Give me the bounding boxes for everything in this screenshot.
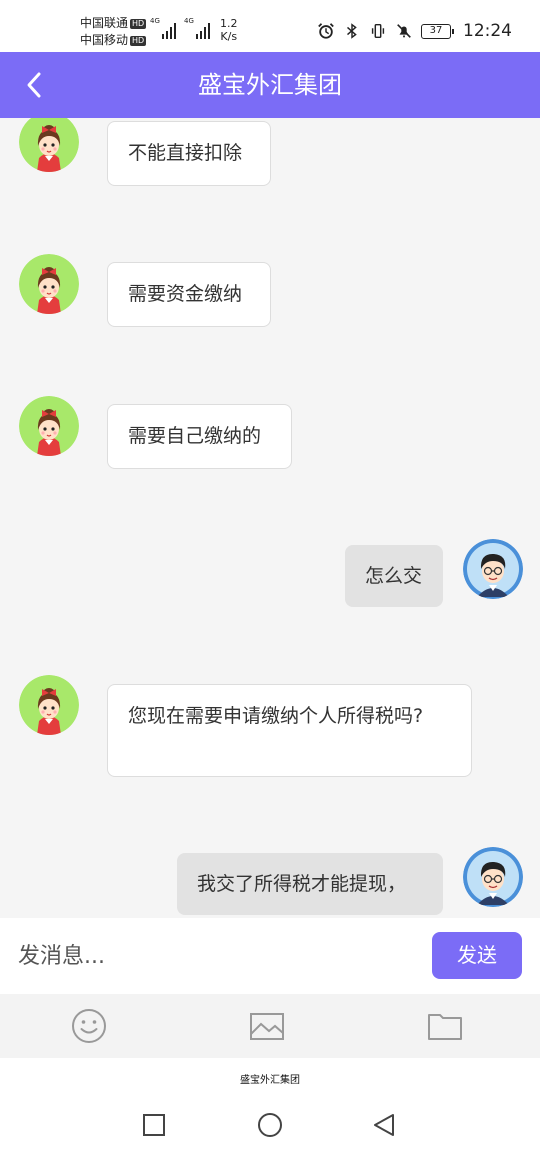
folder-icon[interactable]: [427, 1008, 463, 1044]
girl-avatar-icon: [19, 396, 79, 456]
chevron-left-icon: [27, 72, 41, 98]
vibrate-icon: [371, 23, 385, 39]
alarm-icon: [318, 23, 334, 39]
message-input[interactable]: [18, 936, 408, 976]
message-text: 我交了所得税才能提现，: [197, 873, 407, 895]
message-bubble[interactable]: 需要资金缴纳: [107, 262, 271, 327]
girl-avatar-icon: [19, 675, 79, 735]
agent-avatar[interactable]: [19, 675, 79, 735]
message-text: 您现在需要申请缴纳个人所得税吗?: [128, 705, 424, 727]
carrier-2: 中国移动 HD: [80, 33, 147, 47]
signal-strength-icon-1: 4G: [150, 17, 176, 39]
message-bubble[interactable]: 不能直接扣除: [107, 121, 271, 186]
message-text: 需要资金缴纳: [128, 283, 243, 305]
back-button[interactable]: [14, 64, 54, 106]
battery-indicator: 37: [421, 23, 454, 39]
man-avatar-icon: [463, 847, 523, 907]
send-button-label: 发送: [457, 943, 497, 967]
message-bubble-self[interactable]: 我交了所得税才能提现，: [177, 853, 443, 915]
image-icon[interactable]: [249, 1008, 285, 1044]
carrier-1: 中国联通 HD: [80, 16, 147, 30]
message-bubble-self[interactable]: 怎么交: [345, 545, 443, 607]
network-speed: 1.2 K/s: [220, 17, 238, 43]
signal-strength-icon-2: 4G: [184, 17, 210, 39]
chat-header: 盛宝外汇集团: [0, 52, 540, 118]
emoji-icon[interactable]: [71, 1008, 107, 1044]
system-navigation-bar: 盛宝外汇集团: [0, 1058, 540, 1155]
status-clock: 12:24: [463, 21, 512, 41]
girl-avatar-icon: [19, 118, 79, 172]
mute-bell-icon: [397, 24, 411, 38]
bluetooth-icon: [347, 23, 357, 39]
message-bubble[interactable]: 需要自己缴纳的: [107, 404, 292, 469]
message-text: 需要自己缴纳的: [128, 425, 262, 447]
message-text: 不能直接扣除: [128, 142, 243, 164]
send-button[interactable]: 发送: [432, 932, 522, 979]
agent-avatar[interactable]: [19, 254, 79, 314]
user-avatar[interactable]: [463, 847, 523, 907]
attachment-toolbar: [0, 994, 540, 1058]
man-avatar-icon: [463, 539, 523, 599]
message-text: 怎么交: [365, 565, 423, 587]
user-avatar[interactable]: [463, 539, 523, 599]
back-icon[interactable]: [369, 1110, 399, 1140]
app-label: 盛宝外汇集团: [240, 1075, 300, 1086]
recent-apps-icon[interactable]: [139, 1110, 169, 1140]
page-title: 盛宝外汇集团: [198, 71, 342, 99]
home-icon[interactable]: [255, 1110, 285, 1140]
girl-avatar-icon: [19, 254, 79, 314]
message-bubble[interactable]: 您现在需要申请缴纳个人所得税吗?: [107, 684, 472, 777]
message-list[interactable]: 不能直接扣除 需要资金缴纳 需要自己缴纳的 怎么交 您现在需要申请缴纳个人所得税…: [0, 118, 540, 918]
status-bar: 中国联通 HD 中国移动 HD 4G 4G 1.2 K/s 37 12:24: [0, 0, 540, 52]
agent-avatar[interactable]: [19, 118, 79, 172]
agent-avatar[interactable]: [19, 396, 79, 456]
